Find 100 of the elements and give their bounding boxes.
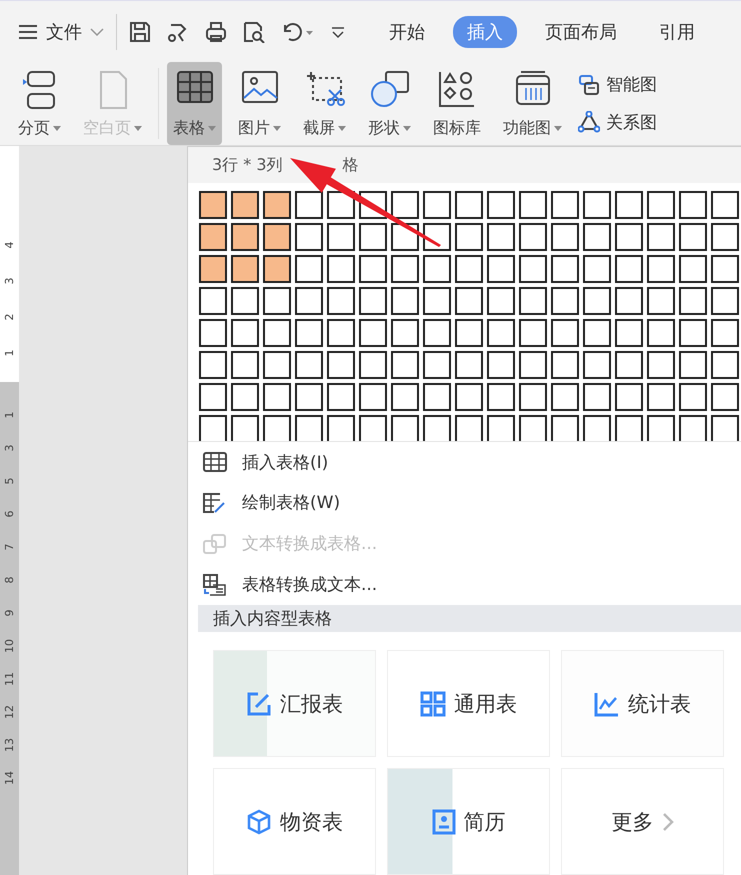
grid-cell[interactable] [583, 415, 611, 442]
grid-cell[interactable] [455, 351, 483, 380]
grid-cell[interactable] [423, 351, 451, 380]
grid-cell[interactable] [647, 319, 675, 348]
grid-cell[interactable] [295, 415, 323, 442]
menu-item[interactable]: 插入表格(I) [188, 441, 741, 482]
grid-cell[interactable] [455, 383, 483, 412]
grid-cell[interactable] [583, 255, 611, 284]
grid-cell[interactable] [519, 351, 547, 380]
grid-cell[interactable] [551, 319, 579, 348]
grid-cell[interactable] [679, 319, 707, 348]
grid-cell[interactable] [295, 255, 323, 284]
grid-cell[interactable] [231, 223, 259, 252]
grid-cell[interactable] [327, 191, 355, 220]
grid-cell[interactable] [583, 351, 611, 380]
grid-cell[interactable] [455, 287, 483, 316]
grid-cell[interactable] [487, 383, 515, 412]
grid-cell[interactable] [359, 223, 387, 252]
grid-cell[interactable] [359, 415, 387, 442]
template-card[interactable]: 简历 [387, 768, 550, 875]
grid-cell[interactable] [327, 351, 355, 380]
grid-cell[interactable] [359, 255, 387, 284]
grid-cell[interactable] [647, 191, 675, 220]
grid-cell[interactable] [455, 255, 483, 284]
grid-cell[interactable] [263, 415, 291, 442]
grid-cell[interactable] [615, 415, 643, 442]
grid-cell[interactable] [263, 319, 291, 348]
grid-cell[interactable] [583, 191, 611, 220]
grid-cell[interactable] [231, 415, 259, 442]
template-card[interactable]: 统计表 [561, 650, 724, 758]
grid-cell[interactable] [327, 319, 355, 348]
grid-cell[interactable] [583, 287, 611, 316]
grid-cell[interactable] [711, 191, 739, 220]
grid-cell[interactable] [519, 287, 547, 316]
grid-cell[interactable] [487, 255, 515, 284]
grid-cell[interactable] [519, 191, 547, 220]
grid-cell[interactable] [327, 223, 355, 252]
grid-cell[interactable] [359, 351, 387, 380]
grid-cell[interactable] [231, 383, 259, 412]
grid-cell[interactable] [327, 383, 355, 412]
grid-cell[interactable] [487, 351, 515, 380]
page-break-button[interactable]: 分页 [12, 62, 67, 145]
grid-cell[interactable] [231, 287, 259, 316]
grid-cell[interactable] [231, 255, 259, 284]
template-card[interactable]: 汇报表 [213, 650, 376, 758]
grid-cell[interactable] [487, 415, 515, 442]
grid-cell[interactable] [519, 319, 547, 348]
grid-cell[interactable] [679, 383, 707, 412]
grid-cell[interactable] [423, 255, 451, 284]
template-card[interactable]: 更多 [561, 768, 724, 875]
grid-cell[interactable] [327, 287, 355, 316]
grid-cell[interactable] [551, 223, 579, 252]
ribbon-tab[interactable]: 页面布局 [531, 16, 631, 48]
grid-cell[interactable] [711, 255, 739, 284]
grid-cell[interactable] [647, 383, 675, 412]
grid-cell[interactable] [679, 287, 707, 316]
grid-cell[interactable] [711, 351, 739, 380]
grid-cell[interactable] [615, 223, 643, 252]
grid-cell[interactable] [391, 383, 419, 412]
grid-cell[interactable] [391, 319, 419, 348]
grid-cell[interactable] [263, 287, 291, 316]
grid-cell[interactable] [423, 191, 451, 220]
grid-cell[interactable] [551, 415, 579, 442]
grid-cell[interactable] [647, 287, 675, 316]
grid-cell[interactable] [519, 415, 547, 442]
grid-cell[interactable] [647, 351, 675, 380]
grid-cell[interactable] [199, 415, 227, 442]
grid-cell[interactable] [551, 191, 579, 220]
grid-cell[interactable] [615, 191, 643, 220]
grid-cell[interactable] [359, 383, 387, 412]
grid-cell[interactable] [647, 415, 675, 442]
grid-cell[interactable] [295, 287, 323, 316]
grid-cell[interactable] [647, 255, 675, 284]
grid-cell[interactable] [263, 255, 291, 284]
grid-cell[interactable] [551, 383, 579, 412]
grid-cell[interactable] [199, 191, 227, 220]
file-menu-button[interactable]: 文件 [18, 20, 104, 44]
grid-cell[interactable] [487, 287, 515, 316]
grid-cell[interactable] [423, 415, 451, 442]
relation-button[interactable]: 关系图 [578, 110, 657, 134]
grid-cell[interactable] [615, 319, 643, 348]
icons-button[interactable]: 图标库 [427, 62, 487, 145]
smart-button[interactable]: 智能图 [578, 73, 657, 96]
template-card[interactable]: 通用表 [387, 650, 550, 758]
shapes-button[interactable]: 形状 [362, 62, 417, 145]
grid-cell[interactable] [679, 255, 707, 284]
grid-cell[interactable] [263, 223, 291, 252]
grid-cell[interactable] [711, 287, 739, 316]
grid-cell[interactable] [199, 255, 227, 284]
grid-cell[interactable] [391, 351, 419, 380]
grid-cell[interactable] [263, 191, 291, 220]
grid-cell[interactable] [455, 415, 483, 442]
grid-cell[interactable] [391, 287, 419, 316]
grid-cell[interactable] [231, 351, 259, 380]
menu-item[interactable]: 表格转换成文本... [188, 564, 741, 606]
grid-cell[interactable] [327, 415, 355, 442]
grid-cell[interactable] [359, 287, 387, 316]
grid-cell[interactable] [199, 351, 227, 380]
grid-cell[interactable] [327, 255, 355, 284]
grid-cell[interactable] [455, 223, 483, 252]
